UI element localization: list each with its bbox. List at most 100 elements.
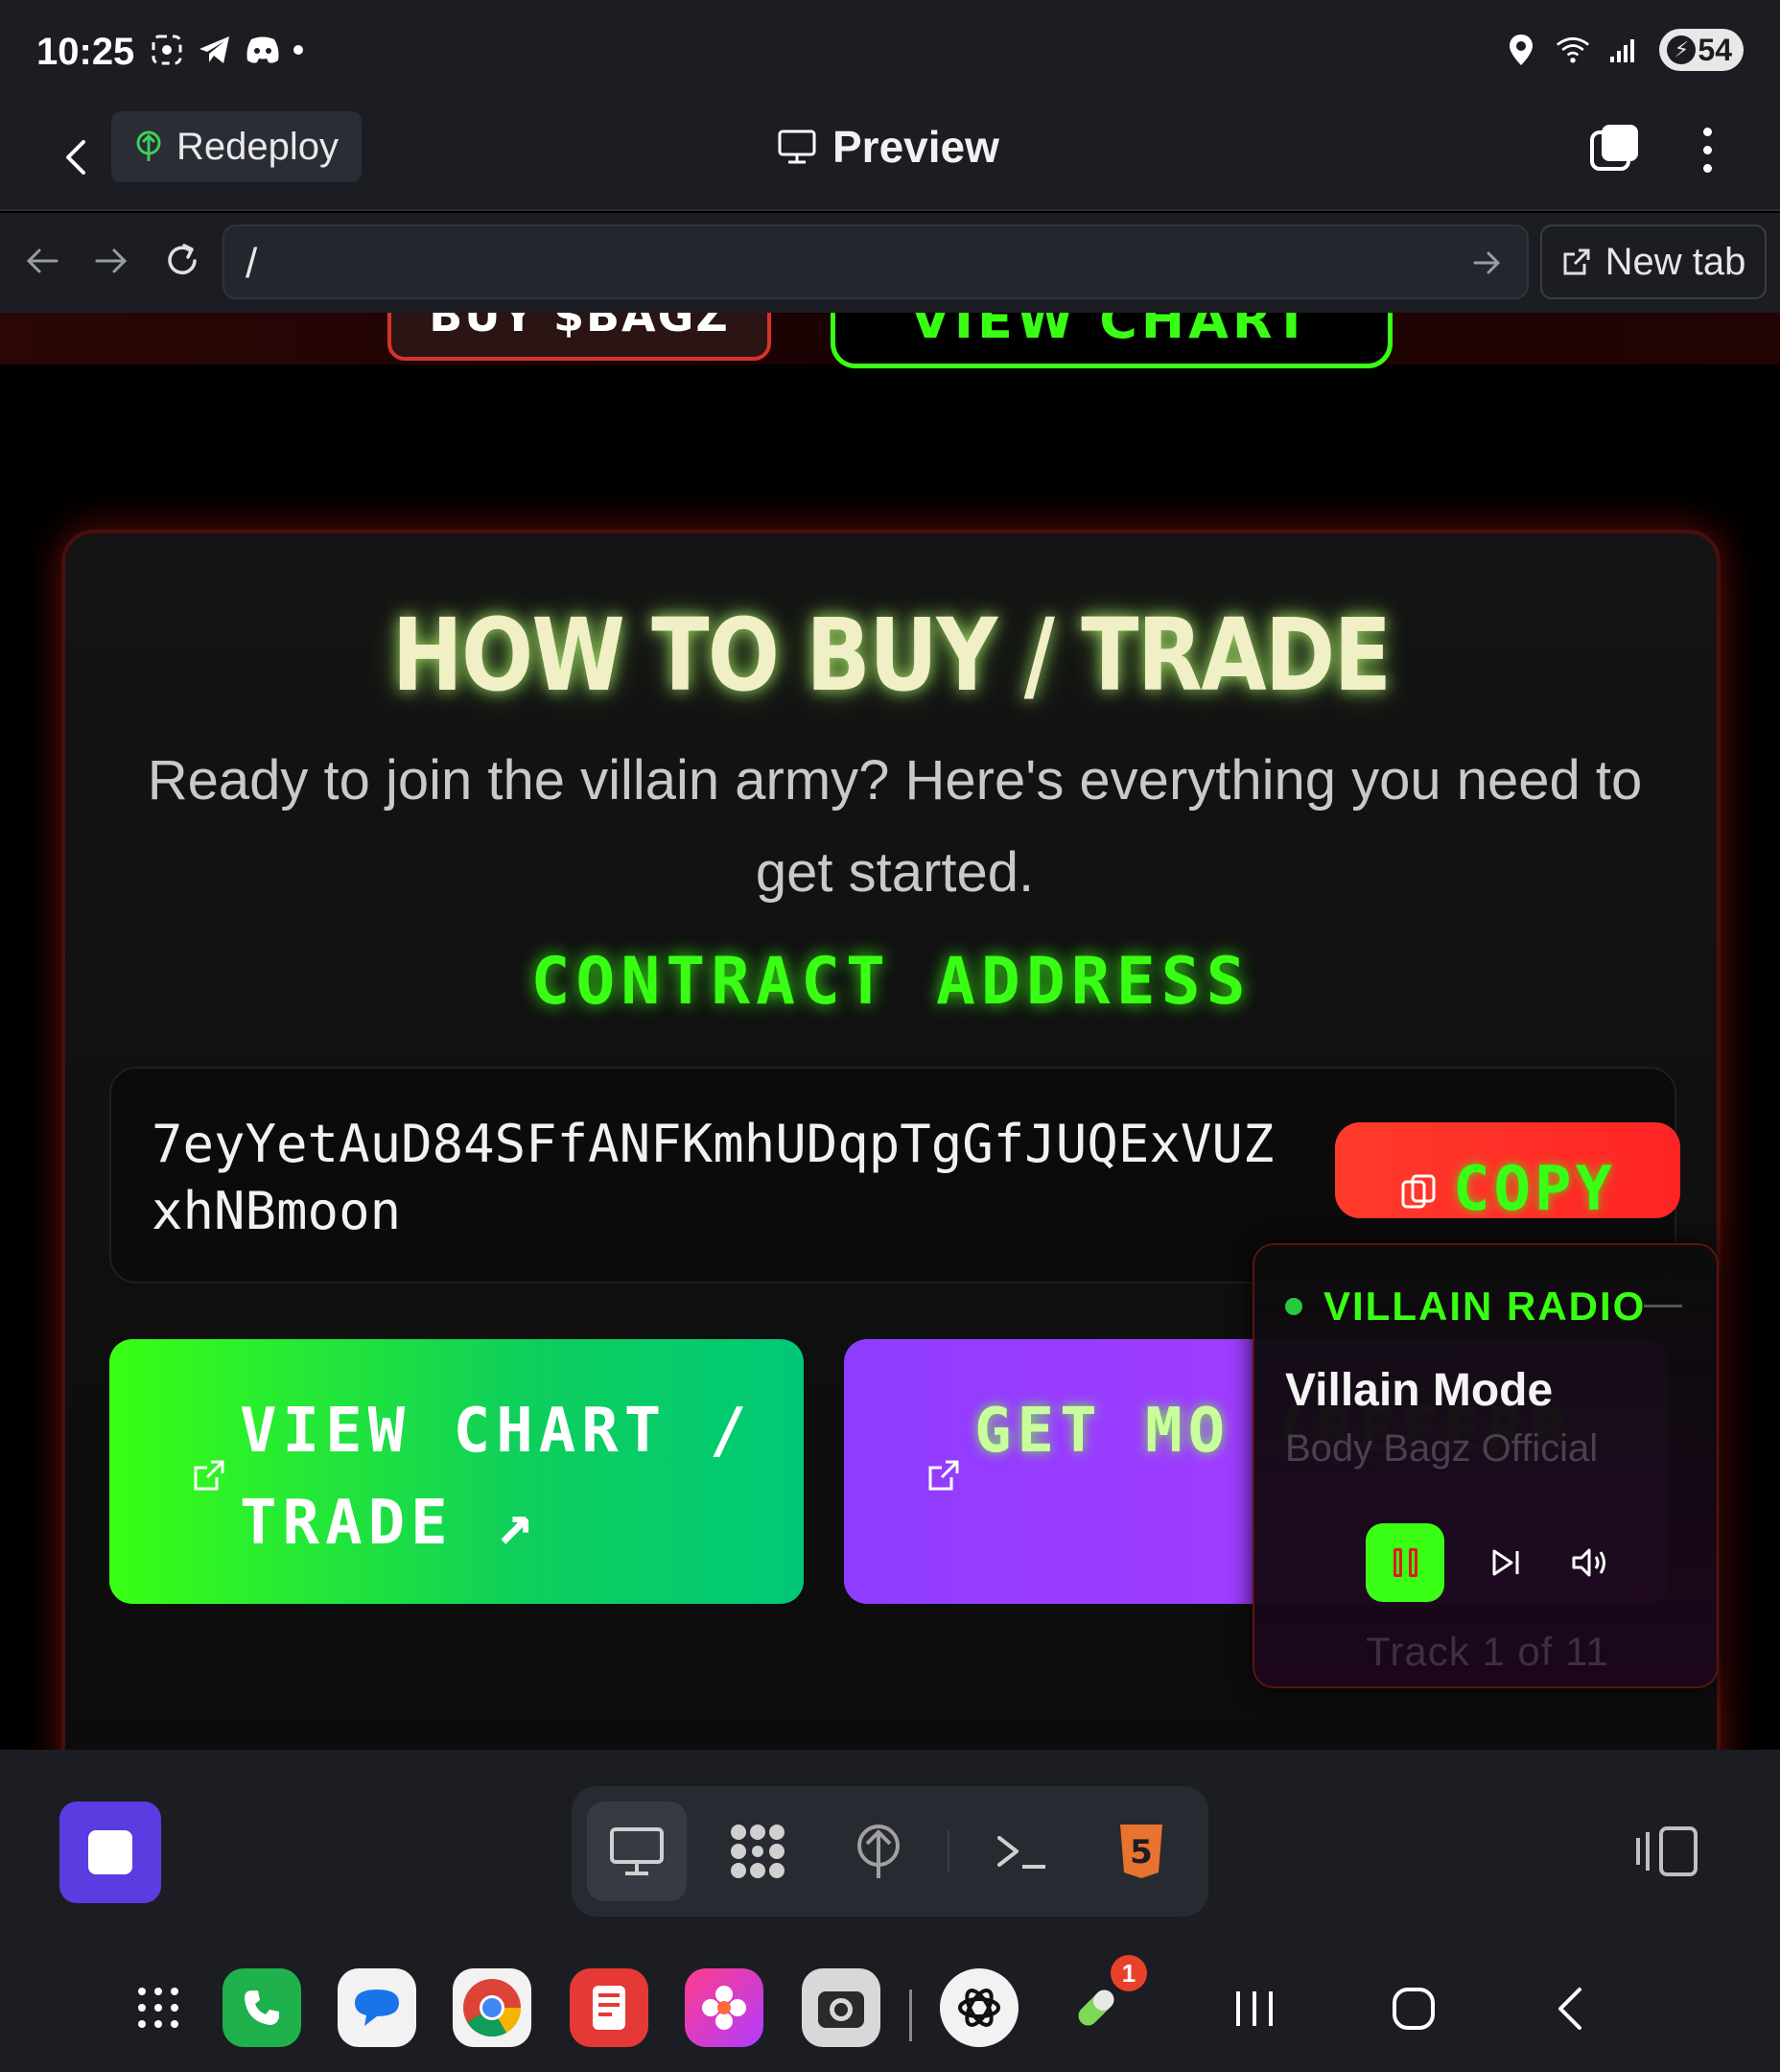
redeploy-label: Redeploy [176,125,340,168]
status-bar: 10:25 ⚡ 54 [0,0,1780,107]
track-counter: Track 1 of 11 [1366,1629,1609,1674]
minimize-button[interactable] [1644,1305,1682,1307]
deploy-icon [136,130,161,161]
wifi-icon [1556,33,1590,67]
monitor-icon [610,1827,664,1875]
copy-icon [1401,1174,1436,1209]
copy-label: COPY [1452,1154,1617,1218]
contract-address-value[interactable]: 7eyYetAuD84SFfANFKmhUDqpTgGfJUQExVUZxhNB… [152,1111,1283,1245]
monitor-icon [778,130,816,164]
html-tool-button[interactable]: 5 [1091,1801,1191,1901]
more-menu-button[interactable] [1688,121,1726,178]
url-text: / [246,240,258,287]
telegram-icon [198,33,232,67]
location-icon [1504,33,1538,67]
discord-icon [246,33,280,67]
html5-icon: 5 [1120,1825,1162,1878]
tool-switcher: 5 [572,1786,1208,1917]
notification-badge: 1 [1111,1955,1147,1991]
go-arrow-icon[interactable] [1467,244,1506,282]
back-button[interactable] [48,129,105,186]
browser-forward-button[interactable] [84,234,138,288]
screenshot-icon [150,33,184,67]
stop-icon [88,1830,132,1874]
view-chart-trade-label: VIEW CHART / TRADE ↗ [240,1396,753,1559]
reload-icon [168,244,197,274]
app-bar: Redeploy Preview [0,107,1780,211]
view-chart-top-label: VIEW CHART [910,313,1313,350]
split-view-button[interactable] [1634,1823,1701,1880]
pause-icon [1393,1548,1402,1577]
phone-icon[interactable] [222,1968,301,2047]
new-tab-label: New tab [1604,240,1746,283]
grid-icon [731,1825,785,1878]
deploy-icon [857,1825,900,1878]
tabs-button[interactable] [1588,121,1642,175]
contract-address-label: CONTRACT ADDRESS [530,944,1252,1020]
gallery-icon[interactable] [685,1968,763,2047]
signal-icon [1607,33,1642,67]
url-bar: / New tab [0,213,1780,313]
external-link-icon [928,1460,959,1491]
external-link-icon [1563,248,1590,275]
app-drawer-icon[interactable] [119,1968,198,2047]
home-icon [1393,1988,1435,2030]
notification-dot [293,45,303,55]
section-title: HOW TO BUY / TRADE [391,597,1392,714]
system-back-button[interactable] [1542,1980,1600,2037]
terminal-icon [997,1836,1045,1869]
skip-next-icon [1492,1549,1519,1576]
preview-label: Preview [832,122,999,172]
song-title: Villain Mode [1285,1365,1554,1416]
view-chart-trade-button[interactable]: VIEW CHART / TRADE ↗ [109,1339,804,1604]
battery-icon: ⚡ 54 [1659,29,1744,71]
volume-button[interactable] [1567,1540,1613,1586]
buy-bagz-button[interactable]: BUY $BAGZ [387,313,771,361]
radio-name: VILLAIN RADIO [1323,1283,1647,1329]
android-dock: 1 [0,1938,1780,2072]
tool-divider [948,1830,949,1872]
tabs-icon [1590,125,1638,171]
arrow-left-icon [26,248,59,273]
reload-button[interactable] [155,234,209,288]
song-artist: Body Bagz Official [1285,1427,1599,1470]
deploy-tool-button[interactable] [829,1801,928,1901]
preview-tool-button[interactable] [587,1801,687,1901]
chrome-icon[interactable] [453,1968,531,2047]
pause-button[interactable] [1366,1523,1444,1602]
notes-icon[interactable] [570,1968,648,2047]
villain-radio-player[interactable]: VILLAIN RADIO Villain Mode Body Bagz Off… [1253,1243,1719,1688]
battery-level: 54 [1698,32,1732,67]
status-time: 10:25 [36,31,135,73]
dock-divider [909,1990,912,2041]
skip-next-button[interactable] [1483,1540,1529,1586]
svg-text:5: 5 [1130,1833,1153,1872]
redeploy-button[interactable]: Redeploy [111,111,363,182]
stop-button[interactable] [59,1801,161,1903]
camera-icon[interactable] [802,1968,880,2047]
volume-icon [1572,1548,1605,1577]
external-link-icon [194,1460,224,1491]
preview-title: Preview [777,121,999,173]
buy-bagz-label: BUY $BAGZ [429,313,730,341]
terminal-tool-button[interactable] [972,1801,1072,1901]
back-icon [1558,1988,1581,2030]
web-preview: BUY $BAGZ VIEW CHART HOW TO BUY / TRADE … [0,313,1780,1750]
messages-icon[interactable] [338,1968,416,2047]
recents-icon [1236,1991,1273,2026]
chevron-left-icon [66,140,85,175]
home-button[interactable] [1385,1980,1442,2037]
view-chart-top-button[interactable]: VIEW CHART [831,313,1393,368]
arrow-right-icon [95,248,128,273]
live-indicator [1285,1298,1302,1315]
new-tab-button[interactable]: New tab [1540,224,1767,299]
section-subtitle: Ready to join the villain army? Here's e… [147,749,1643,904]
ide-toolbar: 5 [0,1750,1780,1943]
apps-tool-button[interactable] [708,1801,808,1901]
browser-back-button[interactable] [15,234,69,288]
copy-button[interactable]: COPY [1335,1122,1680,1218]
chatgpt-icon[interactable] [940,1968,1019,2047]
recents-button[interactable] [1226,1980,1283,2037]
split-panel-icon [1636,1826,1698,1876]
url-input[interactable]: / [222,224,1529,299]
